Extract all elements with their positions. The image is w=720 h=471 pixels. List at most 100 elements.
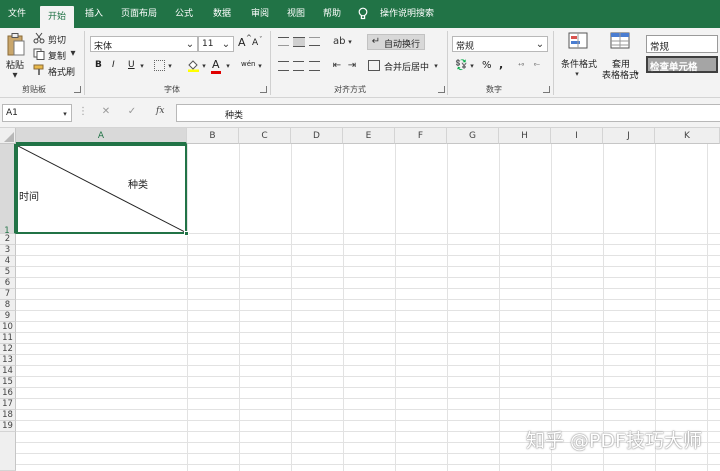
decrease-decimal-icon[interactable]: ⁰⁻ (530, 60, 544, 72)
worksheet-grid[interactable]: A B C D E F G H I J K 1 2 3 4 5 6 7 8 9 … (0, 128, 720, 471)
row-header[interactable]: 6 (0, 278, 16, 289)
font-name-select[interactable]: 宋体 ⌄ (90, 36, 198, 52)
check-icon[interactable]: ✓ (126, 106, 138, 118)
merge-dropdown-icon[interactable]: ▾ (432, 60, 440, 72)
bold-button[interactable]: B (95, 60, 102, 70)
column-header-k[interactable]: K (655, 128, 720, 144)
alignment-launcher-icon[interactable] (438, 86, 445, 93)
column-header-i[interactable]: I (551, 128, 603, 144)
column-header-e[interactable]: E (343, 128, 395, 144)
format-painter-button[interactable]: 格式刷 (48, 65, 75, 78)
cut-button[interactable]: 剪切 (48, 33, 66, 46)
orientation-icon[interactable]: ab (333, 36, 345, 48)
tab-insert[interactable]: 插入 (78, 0, 110, 28)
formula-input[interactable]: 种类 (176, 104, 720, 122)
row-header[interactable]: 19 (0, 421, 16, 432)
cell-style-normal[interactable]: 常规 (646, 35, 718, 53)
wrap-text-button[interactable]: 自动换行 ↵ (367, 34, 425, 50)
tab-review[interactable]: 审阅 (244, 0, 276, 28)
underline-button[interactable]: U (128, 60, 135, 70)
row-header[interactable]: 15 (0, 377, 16, 388)
tab-home[interactable]: 开始 (40, 6, 74, 28)
row-header[interactable]: 8 (0, 300, 16, 311)
column-header-f[interactable]: F (395, 128, 447, 144)
insert-function-button[interactable]: fx (156, 106, 164, 116)
italic-button[interactable]: I (112, 60, 115, 70)
tab-data[interactable]: 数据 (206, 0, 238, 28)
row-header[interactable]: 11 (0, 333, 16, 344)
conditional-formatting-icon[interactable] (568, 32, 590, 52)
font-size-select[interactable]: 11 ⌄ (198, 36, 234, 52)
align-middle-icon[interactable] (293, 37, 305, 47)
tab-page-layout[interactable]: 页面布局 (116, 0, 162, 28)
copy-dropdown-icon[interactable]: ▾ (68, 48, 78, 60)
font-color-dropdown-icon[interactable]: ▾ (224, 60, 232, 72)
conditional-formatting-dropdown-icon[interactable]: ▾ (572, 68, 582, 80)
column-header-a[interactable]: A (16, 128, 187, 144)
x-icon[interactable]: ✕ (100, 106, 112, 118)
grow-font-button[interactable]: A (238, 36, 246, 49)
column-header-b[interactable]: B (187, 128, 239, 144)
column-header-h[interactable]: H (499, 128, 551, 144)
increase-indent-icon[interactable]: ⇥ (346, 60, 358, 72)
cell-style-check-cell[interactable]: 检查单元格 (646, 56, 718, 73)
font-color-button[interactable]: A (212, 58, 220, 71)
cell-a1[interactable]: 种类 时间 (16, 144, 187, 234)
merge-center-button[interactable]: 合并后居中 (384, 60, 429, 73)
underline-dropdown-icon[interactable]: ▾ (138, 60, 146, 72)
align-top-icon[interactable] (278, 37, 289, 46)
accounting-dropdown-icon[interactable]: ▾ (468, 60, 476, 72)
clipboard-icon[interactable] (6, 32, 26, 58)
increase-decimal-icon[interactable]: ⁺⁰ (514, 60, 528, 72)
name-box[interactable]: A1 ▾ (2, 104, 72, 122)
number-launcher-icon[interactable] (543, 86, 550, 93)
row-header[interactable]: 18 (0, 410, 16, 421)
paste-dropdown-icon[interactable]: ▾ (3, 70, 27, 82)
decrease-indent-icon[interactable]: ⇤ (331, 60, 343, 72)
tab-help[interactable]: 帮助 (316, 0, 348, 28)
borders-dropdown-icon[interactable]: ▾ (166, 60, 174, 72)
row-header[interactable]: 5 (0, 267, 16, 278)
fill-color-dropdown-icon[interactable]: ▾ (200, 60, 208, 72)
scissors-icon[interactable] (33, 32, 45, 44)
row-header[interactable]: 3 (0, 245, 16, 256)
fill-color-icon[interactable] (187, 59, 200, 72)
select-all-button[interactable] (0, 128, 16, 144)
tab-formulas[interactable]: 公式 (168, 0, 200, 28)
format-as-table-icon[interactable] (610, 32, 632, 52)
number-format-select[interactable]: 常规 ⌄ (452, 36, 548, 52)
row-header[interactable]: 4 (0, 256, 16, 267)
paintbrush-icon[interactable] (33, 64, 45, 76)
tab-file[interactable]: 文件 (0, 0, 34, 28)
orientation-dropdown-icon[interactable]: ▾ (346, 36, 354, 48)
row-header-1[interactable]: 1 (0, 144, 16, 235)
row-header[interactable]: 14 (0, 366, 16, 377)
shrink-font-button[interactable]: A (252, 38, 258, 48)
row-header[interactable]: 10 (0, 322, 16, 333)
fill-handle[interactable] (184, 231, 189, 236)
align-bottom-icon[interactable] (309, 37, 320, 46)
phonetic-dropdown-icon[interactable]: ▾ (256, 60, 264, 72)
borders-icon[interactable] (154, 60, 165, 71)
row-header[interactable]: 16 (0, 388, 16, 399)
row-header[interactable]: 9 (0, 311, 16, 322)
align-center-icon[interactable] (293, 61, 304, 71)
font-launcher-icon[interactable] (260, 86, 267, 93)
column-header-c[interactable]: C (239, 128, 291, 144)
format-as-table-dropdown-icon[interactable]: ▾ (633, 68, 641, 80)
align-right-icon[interactable] (309, 61, 320, 71)
row-header[interactable]: 12 (0, 344, 16, 355)
phonetic-button[interactable]: wén (241, 60, 255, 68)
row-header[interactable]: 13 (0, 355, 16, 366)
align-left-icon[interactable] (278, 61, 289, 71)
column-header-j[interactable]: J (603, 128, 655, 144)
accounting-format-icon[interactable]: 💱 (455, 60, 467, 72)
merge-center-icon[interactable] (368, 60, 380, 71)
percent-style-button[interactable]: % (482, 60, 492, 71)
tab-view[interactable]: 视图 (280, 0, 312, 28)
copy-icon[interactable] (33, 48, 45, 60)
comma-style-button[interactable]: , (499, 58, 503, 71)
column-header-d[interactable]: D (291, 128, 343, 144)
tell-me-search[interactable]: 操作说明搜索 (376, 0, 438, 28)
clipboard-launcher-icon[interactable] (74, 86, 81, 93)
